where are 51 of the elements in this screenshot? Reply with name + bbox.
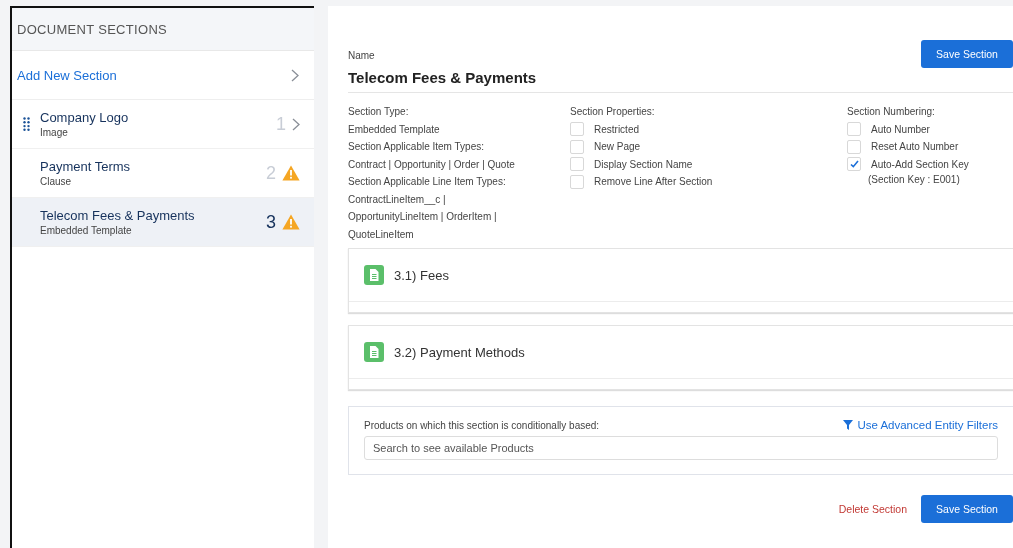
section-info-text: ContractLineItem__c | OpportunityLineItem | OrderItem | QuoteLineItem [348,192,498,242]
checkbox-label: Remove Line After Section [594,176,713,188]
checkbox-label: Reset Auto Number [871,141,959,153]
warning-icon [282,214,300,230]
section-info-text: Contract | Opportunity | Order | Quote [348,157,516,172]
checkbox-label: Auto-Add Section Key [871,158,969,170]
checkbox-label: Restricted [594,123,639,135]
checkbox[interactable] [847,122,861,137]
drag-handle-icon[interactable] [22,117,30,131]
advanced-filters-link[interactable]: Use Advanced Entity Filters [843,419,998,431]
save-button[interactable]: Save Section [921,40,1013,68]
section-name: Telecom Fees & Payments [348,69,537,86]
subsection-title: 3.2) Payment Methods [394,344,525,360]
section-info-text: Section Applicable Item Types: [348,140,485,154]
section-info-text: Embedded Template [348,122,441,137]
section-info-text: Section Applicable Line Item Types: [348,175,507,189]
save-button[interactable]: Save Section [921,495,1013,523]
filter-icon [843,420,854,430]
add-section-link[interactable]: Add New Section [17,67,117,83]
checkbox[interactable] [570,157,584,172]
chevron-right-icon [292,117,300,131]
numbering-heading: Section Numbering: [847,105,936,119]
section-key-note: (Section Key : E001) [867,173,961,187]
section-info-text: Section Type: [348,105,410,119]
sidebar-title: DOCUMENT SECTIONS [17,21,168,37]
document-icon [364,342,384,362]
delete-section-link[interactable]: Delete Section [838,503,907,515]
checkbox[interactable] [570,122,584,137]
section-type: Embedded Template [40,225,133,236]
checkbox-label: Auto Number [871,123,930,135]
properties-heading: Section Properties: [570,105,656,119]
section-title: Company Logo [40,110,130,125]
checkbox[interactable] [847,139,861,154]
name-label: Name [348,50,376,61]
checkbox[interactable] [847,157,861,172]
checkbox[interactable] [570,174,584,189]
section-title: Telecom Fees & Payments [40,208,196,223]
checkbox[interactable] [570,139,584,154]
checkbox-label: Display Section Name [594,158,693,170]
section-number: 3 [266,211,276,233]
warning-icon [282,165,300,181]
chevron-right-icon [291,68,299,82]
section-list-item[interactable]: Telecom Fees & Payments Embedded Template 3 [12,198,314,247]
document-icon [364,265,384,285]
section-title: Payment Terms [40,159,132,174]
products-label: Products on which this section is conditionally based: [364,419,600,431]
section-type: Clause [40,176,73,187]
product-search-field[interactable]: Search to see available Products [364,436,998,460]
section-type: Image [40,127,69,138]
checkbox-label: New Page [594,141,641,153]
subsection-title: 3.1) Fees [394,267,449,283]
